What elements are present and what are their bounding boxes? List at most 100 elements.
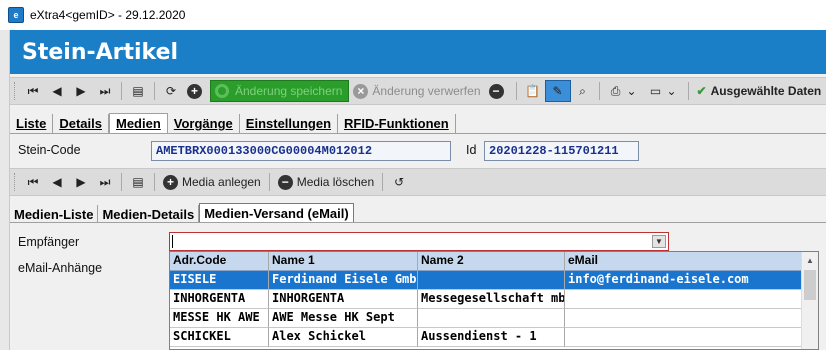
subtab-divider [10,222,826,223]
tab-vorgaenge[interactable]: Vorgänge [168,114,240,133]
prev-record-button[interactable]: ◀ [45,80,69,102]
cell-email [565,290,802,309]
remove-button[interactable]: − [485,80,512,102]
search-button[interactable]: ⌕ [571,80,595,102]
gear-icon [215,84,229,98]
print-button[interactable]: ⎙ ⌄ [604,80,644,102]
delete-media-button[interactable]: − Media löschen [274,171,378,193]
subtab-label: Medien-Liste [14,206,94,222]
tab-label: Medien [115,116,161,131]
tab-label: RFID-Funktionen [344,116,449,131]
attachments-label: eMail-Anhänge [18,261,103,275]
clipboard-icon: 📋 [525,84,540,98]
divider [687,82,689,100]
tab-details[interactable]: Details [53,114,109,133]
add-media-button[interactable]: + Media anlegen [159,171,265,193]
delete-media-label: Media löschen [296,175,375,189]
toolbar-grip [14,82,17,100]
cell-name1: Alex Schickel [269,328,418,347]
column-header-name2[interactable]: Name 2 [418,252,565,271]
tab-rfid-funktionen[interactable]: RFID-Funktionen [338,114,456,133]
first-icon: ⏮ [27,84,39,98]
discard-button-label: Änderung verwerfen [372,84,481,98]
pin-button[interactable]: ✎ [544,80,571,102]
divider [598,82,600,100]
tab-medien-versand[interactable]: Medien-Versand (eMail) [199,203,354,223]
next-record-button[interactable]: ▶ [69,80,93,102]
selected-data-button[interactable]: ✔ Ausgewählte Daten [693,80,826,102]
next-media-button[interactable]: ▶ [69,171,93,193]
refresh-button[interactable]: ⟳ [159,80,183,102]
document-icon: ▤ [132,84,144,98]
tab-einstellungen[interactable]: Einstellungen [240,114,339,133]
form-button[interactable]: ▭ ⌄ [644,80,684,102]
prev-icon: ◀ [52,175,62,189]
stein-code-field[interactable]: AMETBRX000133000CG00004M012012 [151,141,451,161]
last-icon: ⏭ [99,175,111,189]
plus-icon: + [163,174,178,190]
vertical-scrollbar[interactable]: ▲ [801,252,818,349]
divider [121,82,122,100]
tab-label: Liste [16,116,47,131]
cell-email: info@ferdinand-eisele.com [565,271,802,290]
check-icon: ✔ [696,84,707,98]
stein-code-label: Stein-Code [18,143,81,157]
page-header: Stein-Artikel [10,30,826,74]
prev-media-button[interactable]: ◀ [45,171,69,193]
id-label: Id [466,143,477,157]
last-icon: ⏭ [99,84,111,98]
subtab-label: Medien-Details [102,206,195,222]
column-header-email[interactable]: eMail [565,252,802,271]
selected-data-label: Ausgewählte Daten [710,84,822,98]
save-button[interactable]: Änderung speichern [210,80,350,102]
cell-adr-code: MESSE HK AWE [170,309,269,328]
cell-adr-code: EISELE [170,271,269,290]
search-icon: ⌕ [579,84,586,98]
first-record-button[interactable]: ⏮ [21,80,45,102]
tab-liste[interactable]: Liste [10,114,54,133]
divider [154,82,155,100]
table-row[interactable]: MESSE HK AWE AWE Messe HK Sept [170,309,802,328]
table-row[interactable]: SCHICKEL Alex Schickel Aussendienst - 1 [170,328,802,347]
last-record-button[interactable]: ⏭ [93,80,117,102]
divider [382,173,384,191]
discard-button[interactable]: × Änderung verwerfen [349,80,484,102]
table-row[interactable]: EISELE Ferdinand Eisele Gmb info@ferdina… [170,271,802,290]
table-row[interactable]: INHORGENTA INHORGENTA Messegesellschaft … [170,290,802,309]
window-title: eXtra4<gemID> - 29.12.2020 [30,8,186,22]
scroll-up-icon[interactable]: ▲ [802,252,818,269]
add-button[interactable]: + [183,80,210,102]
tab-divider [10,133,826,134]
clipboard-button[interactable]: 📋 [521,80,545,102]
column-header-adr-code[interactable]: Adr.Code [170,252,269,271]
document-icon: ▤ [132,175,144,189]
save-button-label: Änderung speichern [235,84,343,98]
plus-icon: + [187,83,202,99]
tab-medien-liste[interactable]: Medien-Liste [10,205,99,223]
tab-medien[interactable]: Medien [108,113,168,133]
media-toolbar: ⏮ ◀ ▶ ⏭ ▤ + Media anlegen − Media löschen … [10,168,826,196]
pin-icon: ✎ [552,84,563,98]
tab-label: Details [59,116,102,131]
minus-icon: − [488,83,504,99]
form-icon: ▭ [649,84,662,98]
recipient-combobox[interactable]: ▼ [169,232,669,251]
record-view-button[interactable]: ▤ [126,80,150,102]
id-field[interactable]: 20201228-115701211 [484,141,639,161]
scroll-thumb[interactable] [804,270,816,300]
left-frame [0,30,10,350]
refresh-icon: ⟳ [165,84,177,98]
cell-name1: Ferdinand Eisele Gmb [269,271,418,290]
chevron-down-icon: ⌄ [666,84,677,98]
cell-name1: INHORGENTA [269,290,418,309]
last-media-button[interactable]: ⏭ [93,171,117,193]
dropdown-arrow-icon[interactable]: ▼ [652,235,666,248]
tab-medien-details[interactable]: Medien-Details [98,205,200,223]
toolbar-grip [14,173,17,191]
cell-adr-code: INHORGENTA [170,290,269,309]
media-view-button[interactable]: ▤ [126,171,150,193]
column-header-name1[interactable]: Name 1 [269,252,418,271]
first-media-button[interactable]: ⏮ [21,171,45,193]
undo-button[interactable]: ↺ [387,171,411,193]
undo-icon: ↺ [394,175,405,189]
